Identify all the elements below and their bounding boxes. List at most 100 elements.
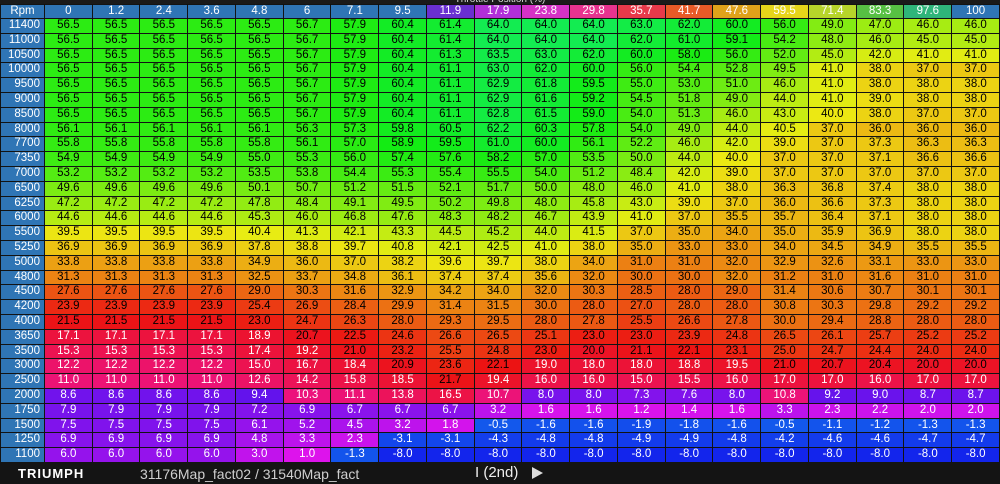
map-cell[interactable]: 15.5: [664, 373, 714, 389]
map-cell[interactable]: 40.5: [760, 121, 809, 138]
map-cell[interactable]: 55.8: [234, 136, 284, 153]
map-cell[interactable]: 36.9: [855, 225, 905, 241]
map-cell[interactable]: -4.9: [616, 432, 666, 449]
map-cell[interactable]: 54.5: [616, 91, 666, 108]
map-cell[interactable]: 45.8: [569, 195, 618, 212]
map-cell[interactable]: 56.1: [187, 121, 236, 138]
map-cell[interactable]: 6.0: [139, 447, 189, 463]
map-cell[interactable]: 62.0: [616, 32, 666, 49]
map-cell[interactable]: 35.5: [951, 239, 1000, 256]
map-cell[interactable]: 38.0: [951, 180, 1000, 197]
map-cell[interactable]: 26.6: [425, 328, 475, 345]
map-cell[interactable]: 33.0: [903, 254, 953, 271]
map-cell[interactable]: 17.1: [187, 328, 236, 345]
map-cell[interactable]: 31.0: [664, 254, 714, 271]
map-cell[interactable]: 33.0: [951, 254, 1000, 271]
map-cell[interactable]: -8.0: [664, 447, 714, 463]
map-cell[interactable]: 28.8: [855, 313, 905, 330]
map-cell[interactable]: 16.5: [425, 387, 475, 404]
map-cell[interactable]: 61.3: [425, 47, 475, 64]
map-cell[interactable]: 20.0: [569, 343, 618, 360]
map-cell[interactable]: 38.0: [903, 210, 953, 227]
map-cell[interactable]: 37.0: [951, 62, 1000, 79]
map-cell[interactable]: -1.3: [903, 417, 953, 434]
map-cell[interactable]: 51.0: [712, 77, 762, 93]
map-cell[interactable]: 45.0: [903, 32, 953, 49]
map-cell[interactable]: 46.0: [616, 180, 666, 197]
map-cell[interactable]: 44.6: [43, 210, 93, 227]
map-cell[interactable]: 33.8: [91, 254, 141, 271]
map-cell[interactable]: 26.1: [807, 328, 857, 345]
map-cell[interactable]: 24.8: [712, 328, 762, 345]
map-cell[interactable]: 20.9: [378, 358, 427, 375]
map-cell[interactable]: -1.2: [855, 417, 905, 434]
map-cell[interactable]: 31.3: [43, 269, 93, 286]
map-cell[interactable]: 33.8: [187, 254, 236, 271]
map-cell[interactable]: 60.5: [425, 121, 475, 138]
map-cell[interactable]: 38.0: [855, 106, 905, 123]
map-cell[interactable]: 63.5: [473, 47, 523, 64]
map-cell[interactable]: 8.0: [521, 387, 571, 404]
map-cell[interactable]: 50.7: [282, 180, 332, 197]
map-cell[interactable]: 6.9: [91, 432, 141, 449]
map-cell[interactable]: 56.1: [569, 136, 618, 153]
map-cell[interactable]: -1.6: [712, 417, 762, 434]
map-cell[interactable]: 48.4: [282, 195, 332, 212]
map-cell[interactable]: 37.0: [951, 165, 1000, 182]
map-cell[interactable]: 43.9: [569, 210, 618, 227]
map-cell[interactable]: 21.5: [91, 313, 141, 330]
map-cell[interactable]: 37.0: [951, 106, 1000, 123]
map-cell[interactable]: 29.0: [234, 284, 284, 301]
map-cell[interactable]: 56.7: [282, 62, 332, 79]
map-cell[interactable]: 57.9: [330, 62, 380, 79]
map-cell[interactable]: 24.0: [903, 343, 953, 360]
map-cell[interactable]: 56.5: [139, 91, 189, 108]
map-cell[interactable]: 60.0: [712, 18, 762, 34]
map-cell[interactable]: 33.0: [712, 239, 762, 256]
map-cell[interactable]: 62.0: [569, 47, 618, 64]
map-cell[interactable]: 29.3: [425, 313, 475, 330]
map-cell[interactable]: 20.7: [282, 328, 332, 345]
map-cell[interactable]: 23.9: [139, 299, 189, 315]
map-cell[interactable]: 61.0: [473, 136, 523, 153]
map-cell[interactable]: 51.8: [664, 91, 714, 108]
map-cell[interactable]: 23.9: [91, 299, 141, 315]
map-cell[interactable]: 37.0: [903, 62, 953, 79]
map-cell[interactable]: 56.7: [282, 18, 332, 34]
map-cell[interactable]: 8.6: [139, 387, 189, 404]
map-cell[interactable]: 3.3: [282, 432, 332, 449]
map-cell[interactable]: 37.1: [855, 151, 905, 167]
map-cell[interactable]: 38.0: [855, 77, 905, 93]
map-cell[interactable]: 11.0: [187, 373, 236, 389]
map-cell[interactable]: -0.5: [473, 417, 523, 434]
map-cell[interactable]: -8.0: [903, 447, 953, 463]
map-cell[interactable]: 31.4: [760, 284, 809, 301]
map-cell[interactable]: 59.0: [569, 106, 618, 123]
map-cell[interactable]: 40.0: [807, 106, 857, 123]
map-cell[interactable]: 30.8: [760, 299, 809, 315]
map-cell[interactable]: 61.4: [425, 18, 475, 34]
map-cell[interactable]: 46.0: [951, 18, 1000, 34]
map-cell[interactable]: 25.1: [521, 328, 571, 345]
map-cell[interactable]: -4.8: [569, 432, 618, 449]
map-cell[interactable]: 59.5: [569, 77, 618, 93]
map-cell[interactable]: 56.5: [234, 47, 284, 64]
map-cell[interactable]: 39.0: [712, 165, 762, 182]
map-cell[interactable]: 56.5: [187, 47, 236, 64]
map-cell[interactable]: 50.0: [521, 180, 571, 197]
map-cell[interactable]: 57.6: [425, 151, 475, 167]
map-cell[interactable]: 37.3: [855, 195, 905, 212]
map-cell[interactable]: 56.1: [234, 121, 284, 138]
map-cell[interactable]: 57.0: [521, 151, 571, 167]
map-cell[interactable]: 38.0: [951, 210, 1000, 227]
map-cell[interactable]: 56.5: [139, 62, 189, 79]
map-cell[interactable]: 36.0: [282, 254, 332, 271]
map-cell[interactable]: 59.8: [378, 121, 427, 138]
map-cell[interactable]: 56.5: [91, 32, 141, 49]
map-cell[interactable]: 60.4: [378, 62, 427, 79]
map-cell[interactable]: 6.9: [187, 432, 236, 449]
map-cell[interactable]: 28.4: [330, 299, 380, 315]
map-cell[interactable]: 56.5: [139, 47, 189, 64]
map-cell[interactable]: 23.9: [664, 328, 714, 345]
map-cell[interactable]: 11.0: [91, 373, 141, 389]
